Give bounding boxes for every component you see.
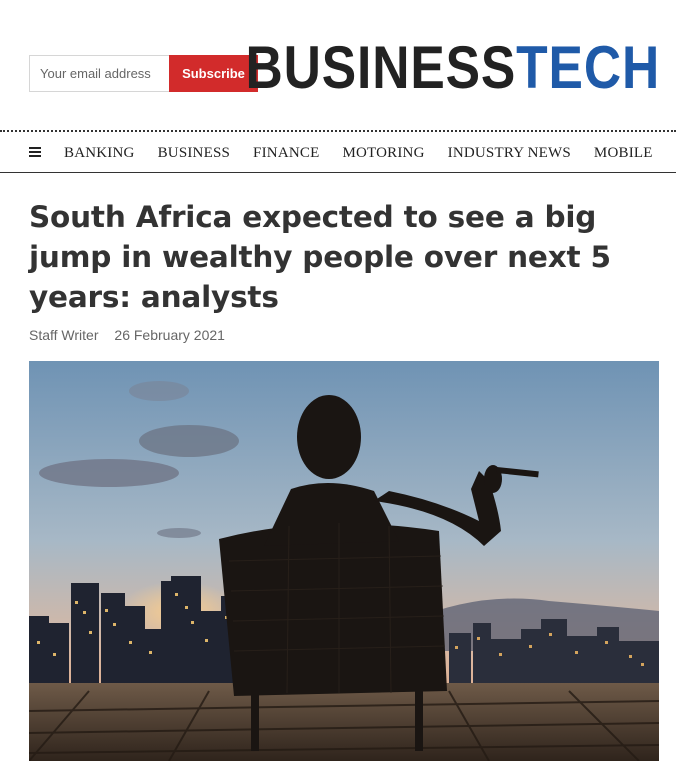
bottom-strip: [29, 776, 659, 782]
article-byline: Staff Writer 26 February 2021: [29, 327, 225, 343]
author-link[interactable]: Staff Writer: [29, 327, 99, 343]
article-headline: South Africa expected to see a big jump …: [29, 200, 611, 314]
hamburger-icon[interactable]: [29, 147, 41, 157]
nav-item-finance[interactable]: FINANCE: [253, 133, 319, 173]
site-header: Subscribe BUSINESSTECH: [0, 0, 676, 130]
main-nav: BANKING BUSINESS FINANCE MOTORING INDUST…: [0, 133, 676, 173]
nav-list: BANKING BUSINESS FINANCE MOTORING INDUST…: [64, 133, 676, 173]
nav-item-mobile[interactable]: MOBILE: [594, 133, 653, 173]
logo-tech: TECH: [516, 34, 660, 101]
logo-business: BUSINESS: [245, 34, 517, 101]
email-field[interactable]: [29, 55, 169, 92]
nav-item-motoring[interactable]: MOTORING: [342, 133, 424, 173]
nav-item-business[interactable]: BUSINESS: [158, 133, 230, 173]
businesstech-logo[interactable]: BUSINESSTECH: [245, 37, 660, 99]
header-divider: [0, 130, 676, 132]
nav-item-banking[interactable]: BANKING: [64, 133, 135, 173]
nav-item-industry-news[interactable]: INDUSTRY NEWS: [448, 133, 571, 173]
publish-date: 26 February 2021: [114, 327, 225, 343]
hero-image: [29, 361, 659, 761]
